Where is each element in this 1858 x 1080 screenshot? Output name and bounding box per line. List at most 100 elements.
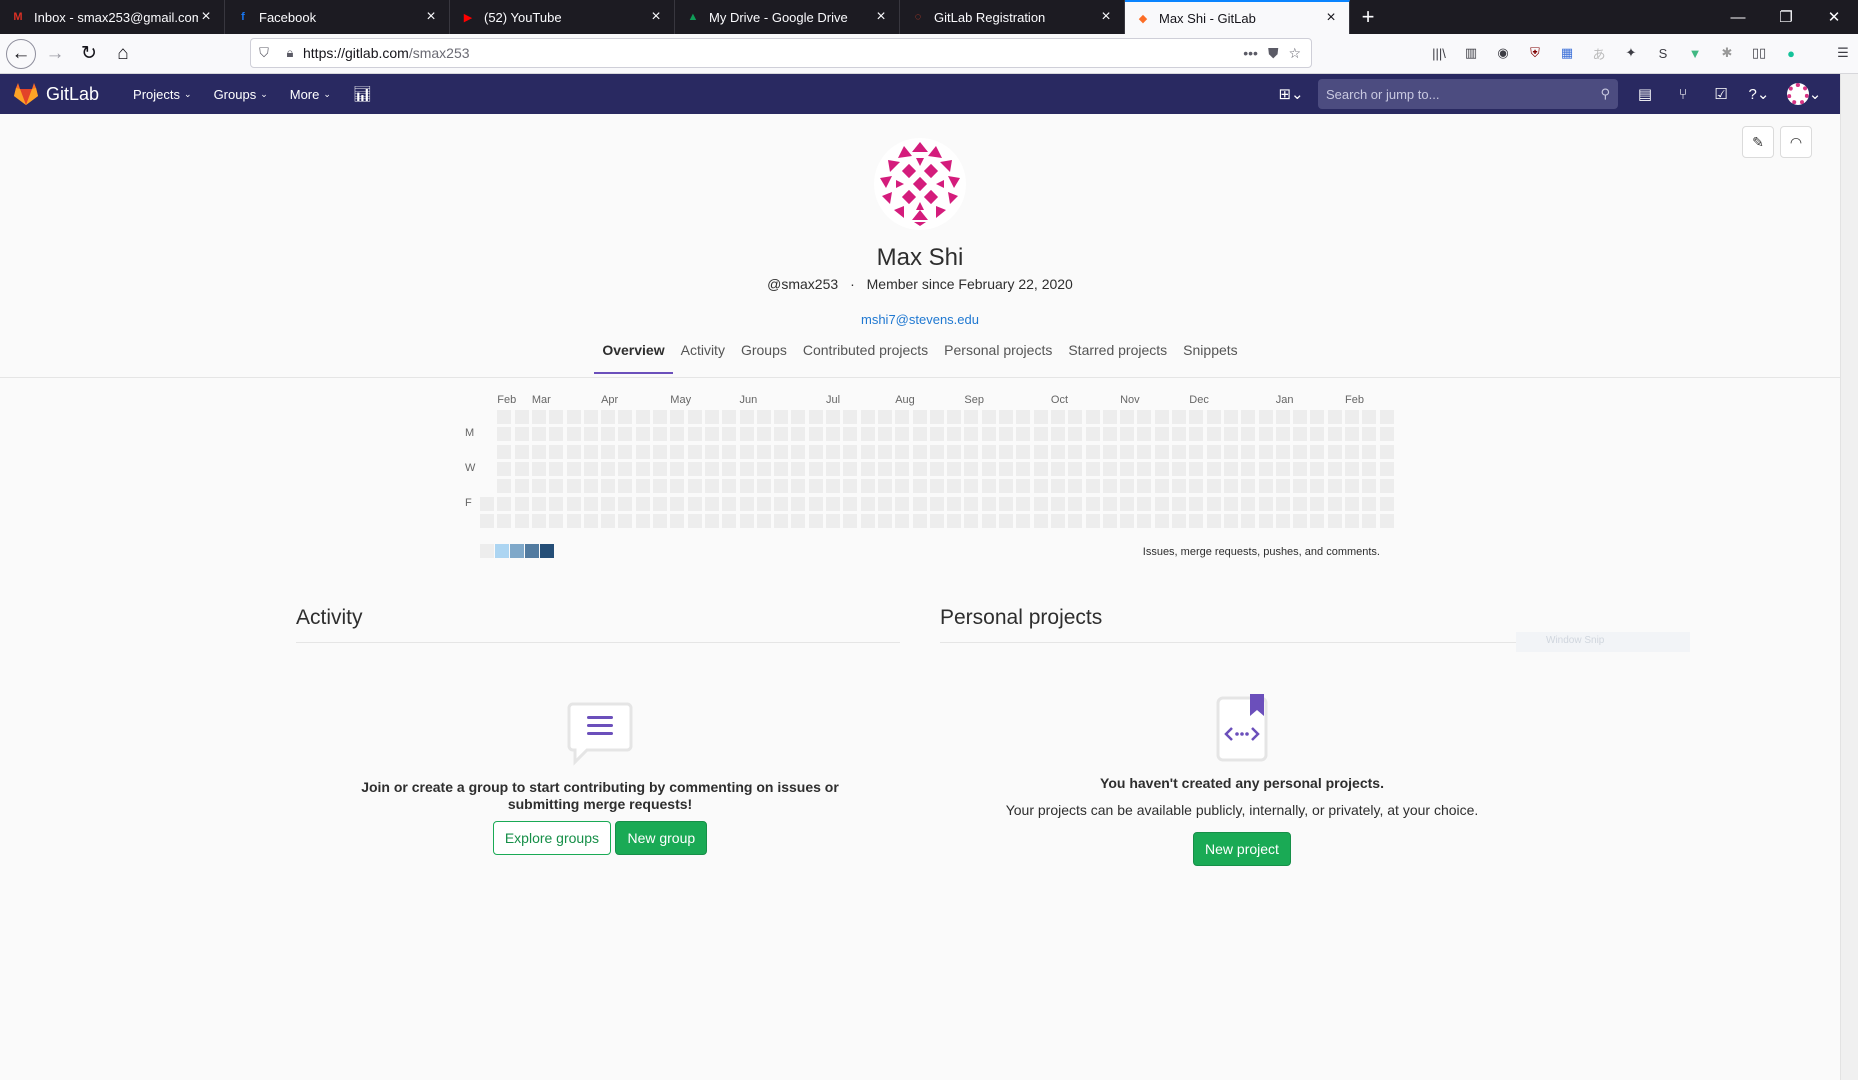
calendar-day-cell[interactable] xyxy=(1137,513,1152,528)
calendar-day-cell[interactable] xyxy=(722,427,737,442)
calendar-day-cell[interactable] xyxy=(1102,513,1117,528)
calendar-day-cell[interactable] xyxy=(1362,513,1377,528)
calendar-day-cell[interactable] xyxy=(964,444,979,459)
calendar-day-cell[interactable] xyxy=(670,444,685,459)
calendar-day-cell[interactable] xyxy=(895,496,910,511)
calendar-day-cell[interactable] xyxy=(964,410,979,424)
calendar-day-cell[interactable] xyxy=(756,461,771,476)
calendar-day-cell[interactable] xyxy=(877,427,892,442)
browser-tab[interactable]: ◌ GitLab Registration × xyxy=(900,0,1125,34)
calendar-day-cell[interactable] xyxy=(583,479,598,494)
browser-tab[interactable]: ▲ My Drive - Google Drive × xyxy=(675,0,900,34)
calendar-day-cell[interactable] xyxy=(1345,444,1359,459)
calendar-day-cell[interactable] xyxy=(1050,479,1065,494)
calendar-day-cell[interactable] xyxy=(1172,427,1186,442)
calendar-day-cell[interactable] xyxy=(1120,496,1135,511)
tab-snippets[interactable]: Snippets xyxy=(1175,334,1245,374)
calendar-day-cell[interactable] xyxy=(1137,444,1152,459)
calendar-day-cell[interactable] xyxy=(999,461,1013,476)
explore-groups-button[interactable]: Explore groups xyxy=(492,821,611,855)
browser-tab[interactable]: M Inbox - smax253@gmail.com - × xyxy=(0,0,225,34)
calendar-day-cell[interactable] xyxy=(566,513,581,528)
calendar-day-cell[interactable] xyxy=(929,513,944,528)
calendar-day-cell[interactable] xyxy=(549,513,564,528)
calendar-day-cell[interactable] xyxy=(531,496,546,511)
calendar-day-cell[interactable] xyxy=(1189,427,1204,442)
todos-icon[interactable]: ☑ xyxy=(1710,83,1732,105)
calendar-day-cell[interactable] xyxy=(1223,461,1238,476)
new-item-icon[interactable]: ⊞⌄ xyxy=(1278,83,1303,105)
calendar-day-cell[interactable] xyxy=(999,427,1013,442)
calendar-day-cell[interactable] xyxy=(1137,410,1152,424)
close-tab-icon[interactable]: × xyxy=(1098,8,1114,26)
new-project-button[interactable]: New project xyxy=(1193,832,1291,866)
calendar-day-cell[interactable] xyxy=(1154,410,1169,424)
help-icon[interactable]: ?⌄ xyxy=(1748,83,1770,105)
calendar-day-cell[interactable] xyxy=(566,496,581,511)
calendar-day-cell[interactable] xyxy=(895,461,910,476)
calendar-day-cell[interactable] xyxy=(1206,410,1221,424)
calendar-day-cell[interactable] xyxy=(531,410,546,424)
calendar-day-cell[interactable] xyxy=(618,513,633,528)
calendar-day-cell[interactable] xyxy=(1050,461,1065,476)
calendar-day-cell[interactable] xyxy=(1379,410,1394,424)
calendar-day-cell[interactable] xyxy=(670,410,685,424)
calendar-day-cell[interactable] xyxy=(1120,427,1135,442)
calendar-day-cell[interactable] xyxy=(566,479,581,494)
calendar-day-cell[interactable] xyxy=(1068,444,1083,459)
calendar-day-cell[interactable] xyxy=(1293,513,1308,528)
close-tab-icon[interactable]: × xyxy=(1323,9,1339,27)
nav-projects[interactable]: Projects ⌄ xyxy=(133,85,192,103)
calendar-day-cell[interactable] xyxy=(756,444,771,459)
calendar-day-cell[interactable] xyxy=(1016,461,1031,476)
calendar-day-cell[interactable] xyxy=(1223,513,1238,528)
tab-overview[interactable]: Overview xyxy=(594,334,673,374)
calendar-day-cell[interactable] xyxy=(929,444,944,459)
calendar-day-cell[interactable] xyxy=(1189,461,1204,476)
calendar-day-cell[interactable] xyxy=(1241,513,1256,528)
calendar-day-cell[interactable] xyxy=(635,427,650,442)
calendar-day-cell[interactable] xyxy=(1241,410,1256,424)
calendar-day-cell[interactable] xyxy=(739,410,754,424)
browser-tab[interactable]: f Facebook × xyxy=(225,0,450,34)
calendar-day-cell[interactable] xyxy=(549,444,564,459)
calendar-day-cell[interactable] xyxy=(1258,427,1273,442)
calendar-day-cell[interactable] xyxy=(1223,496,1238,511)
calendar-day-cell[interactable] xyxy=(1068,427,1083,442)
calendar-day-cell[interactable] xyxy=(1154,444,1169,459)
calendar-day-cell[interactable] xyxy=(497,496,512,511)
user-avatar-menu[interactable]: ⌄ xyxy=(1786,83,1822,105)
calendar-day-cell[interactable] xyxy=(1310,444,1325,459)
calendar-day-cell[interactable] xyxy=(929,496,944,511)
calendar-day-cell[interactable] xyxy=(514,479,529,494)
nav-groups[interactable]: Groups ⌄ xyxy=(214,85,268,103)
calendar-day-cell[interactable] xyxy=(1085,496,1100,511)
calendar-day-cell[interactable] xyxy=(1293,410,1308,424)
calendar-day-cell[interactable] xyxy=(1258,444,1273,459)
calendar-day-cell[interactable] xyxy=(687,496,702,511)
library-icon[interactable]: |||\ xyxy=(1428,39,1450,67)
calendar-day-cell[interactable] xyxy=(912,479,927,494)
calendar-day-cell[interactable] xyxy=(947,496,962,511)
calendar-day-cell[interactable] xyxy=(583,513,598,528)
calendar-day-cell[interactable] xyxy=(791,461,806,476)
calendar-day-cell[interactable] xyxy=(653,496,667,511)
calendar-day-cell[interactable] xyxy=(1050,444,1065,459)
calendar-day-cell[interactable] xyxy=(912,496,927,511)
calendar-day-cell[interactable] xyxy=(964,479,979,494)
calendar-day-cell[interactable] xyxy=(1310,410,1325,424)
calendar-day-cell[interactable] xyxy=(1327,410,1342,424)
new-group-button[interactable]: New group xyxy=(615,821,708,855)
calendar-day-cell[interactable] xyxy=(1033,461,1048,476)
calendar-day-cell[interactable] xyxy=(1016,427,1031,442)
calendar-day-cell[interactable] xyxy=(1154,461,1169,476)
calendar-day-cell[interactable] xyxy=(1033,427,1048,442)
calendar-day-cell[interactable] xyxy=(1085,461,1100,476)
calendar-day-cell[interactable] xyxy=(722,461,737,476)
calendar-day-cell[interactable] xyxy=(1102,496,1117,511)
merge-requests-icon[interactable]: ⑂ xyxy=(1672,83,1694,105)
calendar-day-cell[interactable] xyxy=(739,513,754,528)
calendar-day-cell[interactable] xyxy=(687,444,702,459)
calendar-day-cell[interactable] xyxy=(739,479,754,494)
calendar-day-cell[interactable] xyxy=(1137,479,1152,494)
